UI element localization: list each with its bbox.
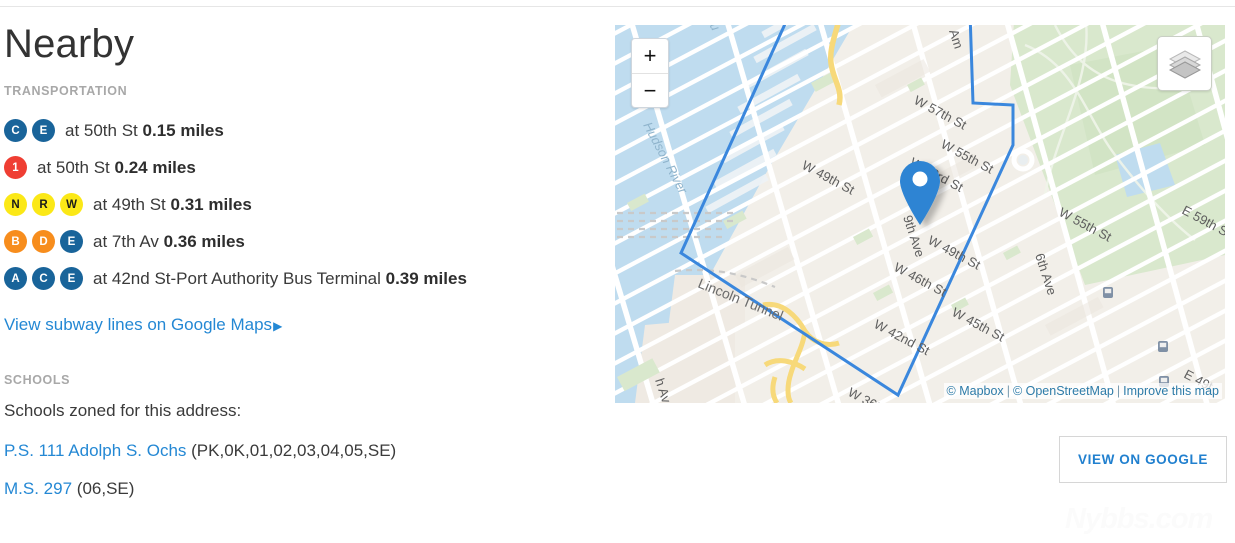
map-canvas: W 57th St W 55th St W 53rd St W 49th St … <box>615 25 1225 403</box>
zoom-out-button[interactable]: − <box>632 73 668 107</box>
map-container[interactable]: W 57th St W 55th St W 53rd St W 49th St … <box>615 25 1225 403</box>
school-grades: (06,SE) <box>76 479 135 498</box>
schools-list: P.S. 111 Adolph S. Ochs (PK,0K,01,02,03,… <box>4 441 604 499</box>
transit-description: at 42nd St-Port Authority Bus Terminal 0… <box>93 269 467 289</box>
transit-row: A C Eat 42nd St-Port Authority Bus Termina… <box>4 260 604 297</box>
school-link[interactable]: M.S. 297 <box>4 479 72 498</box>
transit-description: at 50th St 0.15 miles <box>65 121 224 141</box>
transit-station-name: at 50th St <box>37 157 110 177</box>
subway-line-badges: 1 <box>4 156 32 179</box>
layers-icon <box>1168 49 1201 79</box>
transit-distance: 0.24 miles <box>114 157 196 177</box>
attribution-mapbox-link[interactable]: © Mapbox <box>947 384 1004 398</box>
school-row: P.S. 111 Adolph S. Ochs (PK,0K,01,02,03,… <box>4 441 604 461</box>
transit-list: C Eat 50th St 0.15 miles 1 at 50th St 0.24 … <box>4 112 604 297</box>
subway-line-badge-a: A <box>4 267 27 290</box>
transit-station-name: at 7th Av <box>93 231 159 251</box>
transit-row: 1 at 50th St 0.24 miles <box>4 149 604 186</box>
transit-distance: 0.31 miles <box>170 194 252 214</box>
schools-section-label: SCHOOLS <box>4 373 71 387</box>
transit-station-name: at 49th St <box>93 194 166 214</box>
subway-line-badge-e: E <box>60 267 83 290</box>
subway-line-badge-c: C <box>32 267 55 290</box>
nearby-panel: Nearby TRANSPORTATION C Eat 50th St 0.15 … <box>0 0 1235 543</box>
subway-line-badges: ACE <box>4 267 88 290</box>
school-row: M.S. 297 (06,SE) <box>4 479 604 499</box>
transit-station-name: at 42nd St-Port Authority Bus Terminal <box>93 268 381 288</box>
subway-line-badge-1: 1 <box>4 156 27 179</box>
transit-row: N R Wat 49th St 0.31 miles <box>4 186 604 223</box>
transit-station-name: at 50th St <box>65 120 138 140</box>
attribution-osm-link[interactable]: © OpenStreetMap <box>1013 384 1114 398</box>
view-subway-lines-label: View subway lines on Google Maps <box>4 315 273 334</box>
subway-line-badge-b: B <box>4 230 27 253</box>
map-layers-button[interactable] <box>1157 36 1212 91</box>
view-on-google-button[interactable]: VIEW ON GOOGLE <box>1059 436 1227 483</box>
chevron-right-icon: ▶ <box>273 319 283 333</box>
transit-distance: 0.39 miles <box>385 268 467 288</box>
transit-row: C Eat 50th St 0.15 miles <box>4 112 604 149</box>
subway-line-badge-r: R <box>32 193 55 216</box>
school-link[interactable]: P.S. 111 Adolph S. Ochs <box>4 441 186 460</box>
subway-line-badges: BDE <box>4 230 88 253</box>
attribution-separator-1: | <box>1006 384 1010 398</box>
left-content-column: Nearby TRANSPORTATION C Eat 50th St 0.15 … <box>4 22 604 517</box>
transit-distance: 0.36 miles <box>163 231 245 251</box>
zoom-in-button[interactable]: + <box>632 39 668 73</box>
map-attribution: © Mapbox | © OpenStreetMap | Improve this ma… <box>943 383 1222 399</box>
transit-description: at 49th St 0.31 miles <box>93 195 252 215</box>
transportation-section-label: TRANSPORTATION <box>4 84 128 98</box>
subway-line-badge-c: C <box>4 119 27 142</box>
school-grades: (PK,0K,01,02,03,04,05,SE) <box>191 441 397 460</box>
view-subway-lines-google-maps-link[interactable]: View subway lines on Google Maps▶ <box>4 315 282 335</box>
transit-description: at 7th Av 0.36 miles <box>93 232 245 252</box>
attribution-separator-2: | <box>1116 384 1121 398</box>
subway-line-badge-n: N <box>4 193 27 216</box>
subway-line-badges: CE <box>4 119 60 142</box>
site-watermark: Nybbs.com <box>1065 503 1213 535</box>
transit-distance: 0.15 miles <box>142 120 224 140</box>
schools-intro-text: Schools zoned for this address: <box>4 401 242 420</box>
subway-line-badge-w: W <box>60 193 83 216</box>
subway-line-badge-e: E <box>32 119 55 142</box>
subway-line-badge-d: D <box>32 230 55 253</box>
attribution-improve-map-link[interactable]: Improve this map <box>1123 384 1219 398</box>
transit-description: at 50th St 0.24 miles <box>37 158 196 178</box>
subway-line-badge-e: E <box>60 230 83 253</box>
page-title: Nearby <box>4 22 135 66</box>
subway-line-badges: NRW <box>4 193 88 216</box>
map-zoom-controls[interactable]: + − <box>631 38 669 108</box>
transit-row: B D Eat 7th Av 0.36 miles <box>4 223 604 260</box>
top-divider <box>0 6 1235 7</box>
